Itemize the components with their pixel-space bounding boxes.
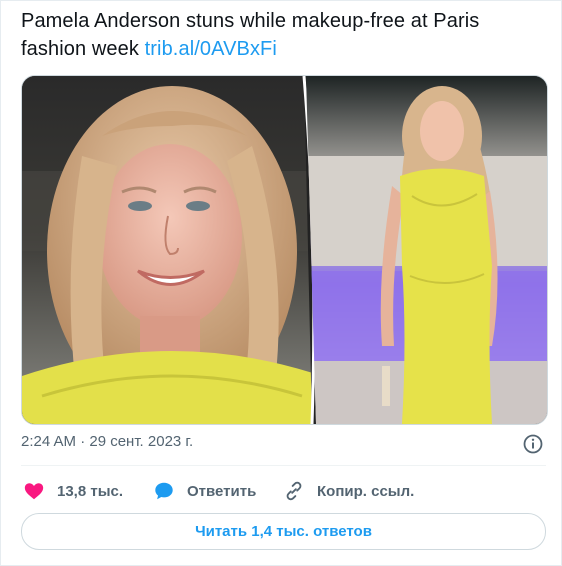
link-icon xyxy=(286,481,302,501)
copy-link-button[interactable]: Копир. ссыл. xyxy=(283,479,414,503)
portrait-photo xyxy=(22,76,312,424)
reply-label: Ответить xyxy=(187,482,257,500)
read-replies-button[interactable]: Читать 1,4 тыс. ответов xyxy=(21,513,546,550)
copy-link-label: Копир. ссыл. xyxy=(317,482,415,500)
tweet-text: Pamela Anderson stuns while makeup-free … xyxy=(21,7,546,63)
tweet-card: Pamela Anderson stuns while makeup-free … xyxy=(0,0,562,566)
reply-button[interactable]: Ответить xyxy=(153,479,256,503)
like-button[interactable]: 13,8 тыс. xyxy=(23,479,123,503)
action-bar: 13,8 тыс. Ответить Копир. ссыл. xyxy=(21,479,546,503)
full-body-photo xyxy=(306,76,547,424)
divider xyxy=(21,465,546,466)
speech-bubble-icon xyxy=(155,482,173,500)
like-count: 13,8 тыс. xyxy=(57,482,124,500)
photo-collage xyxy=(22,76,547,424)
read-replies-label: Читать 1,4 тыс. ответов xyxy=(195,523,372,540)
tweet-link[interactable]: trib.al/0AVBxFi xyxy=(145,38,277,60)
info-icon[interactable] xyxy=(522,433,544,455)
heart-icon xyxy=(24,483,44,500)
tweet-media[interactable] xyxy=(21,75,548,425)
tweet-timestamp[interactable]: 2:24 AM · 29 сент. 2023 г. xyxy=(21,433,193,450)
